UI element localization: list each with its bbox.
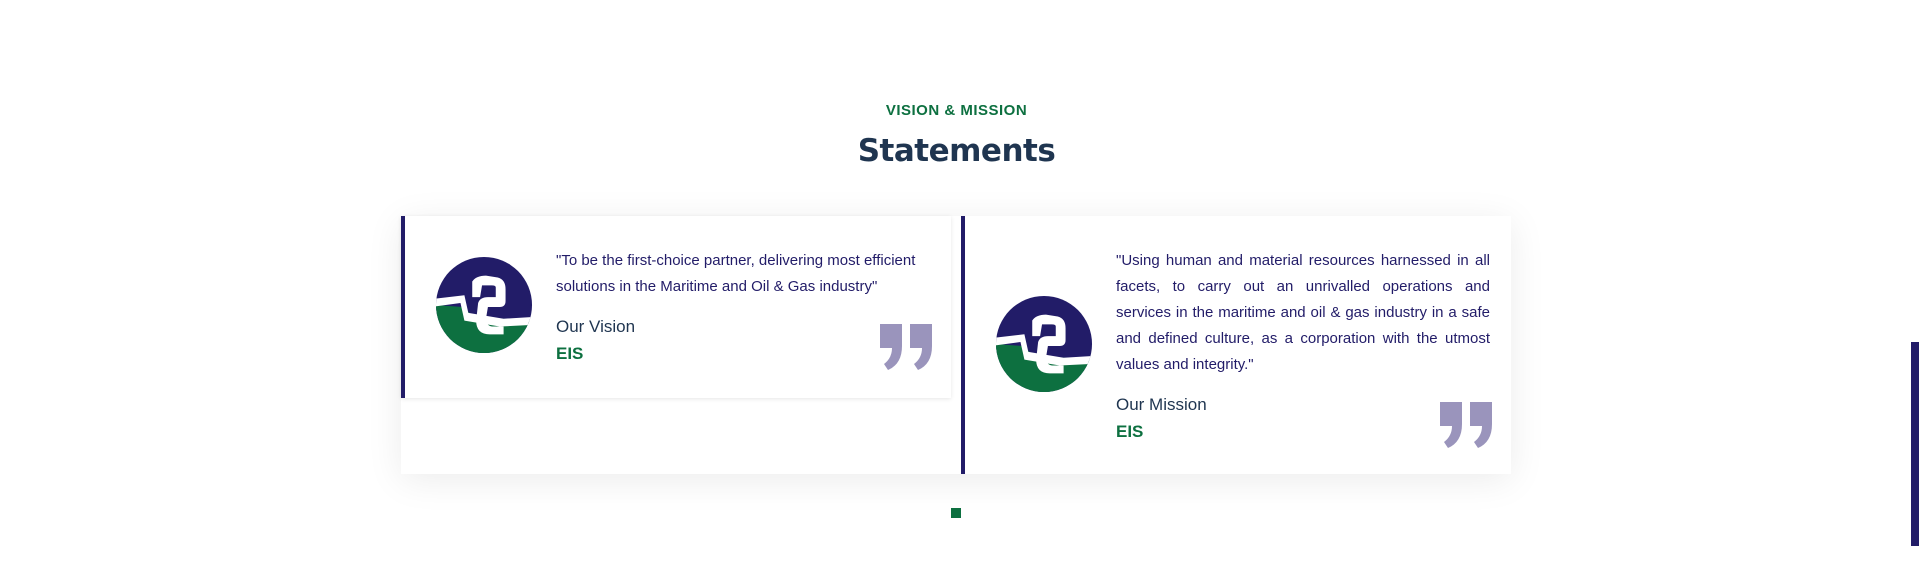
section-title: Statements xyxy=(857,133,1056,169)
eis-logo-icon xyxy=(435,256,533,354)
vision-mission-section: VISION & MISSION Statements "To be the f… xyxy=(0,0,1919,570)
mission-quote: "Using human and material resources harn… xyxy=(1116,252,1490,373)
vision-quote: "To be the first-choice partner, deliver… xyxy=(556,252,916,295)
quote-mark-icon xyxy=(880,324,932,370)
mission-label: Our Mission xyxy=(1116,395,1207,414)
vision-org: EIS xyxy=(556,344,584,363)
eis-logo-icon xyxy=(995,295,1093,393)
side-accent-bar xyxy=(1911,342,1919,546)
quote-mark-icon xyxy=(1440,402,1492,448)
statements-carousel: "To be the first-choice partner, deliver… xyxy=(401,216,1511,474)
mission-card: "Using human and material resources harn… xyxy=(961,216,1511,474)
section-eyebrow: VISION & MISSION xyxy=(885,102,1028,119)
vision-card: "To be the first-choice partner, deliver… xyxy=(401,216,951,398)
vision-label: Our Vision xyxy=(556,317,636,336)
mission-org: EIS xyxy=(1116,422,1144,441)
carousel-dot[interactable] xyxy=(951,508,961,518)
